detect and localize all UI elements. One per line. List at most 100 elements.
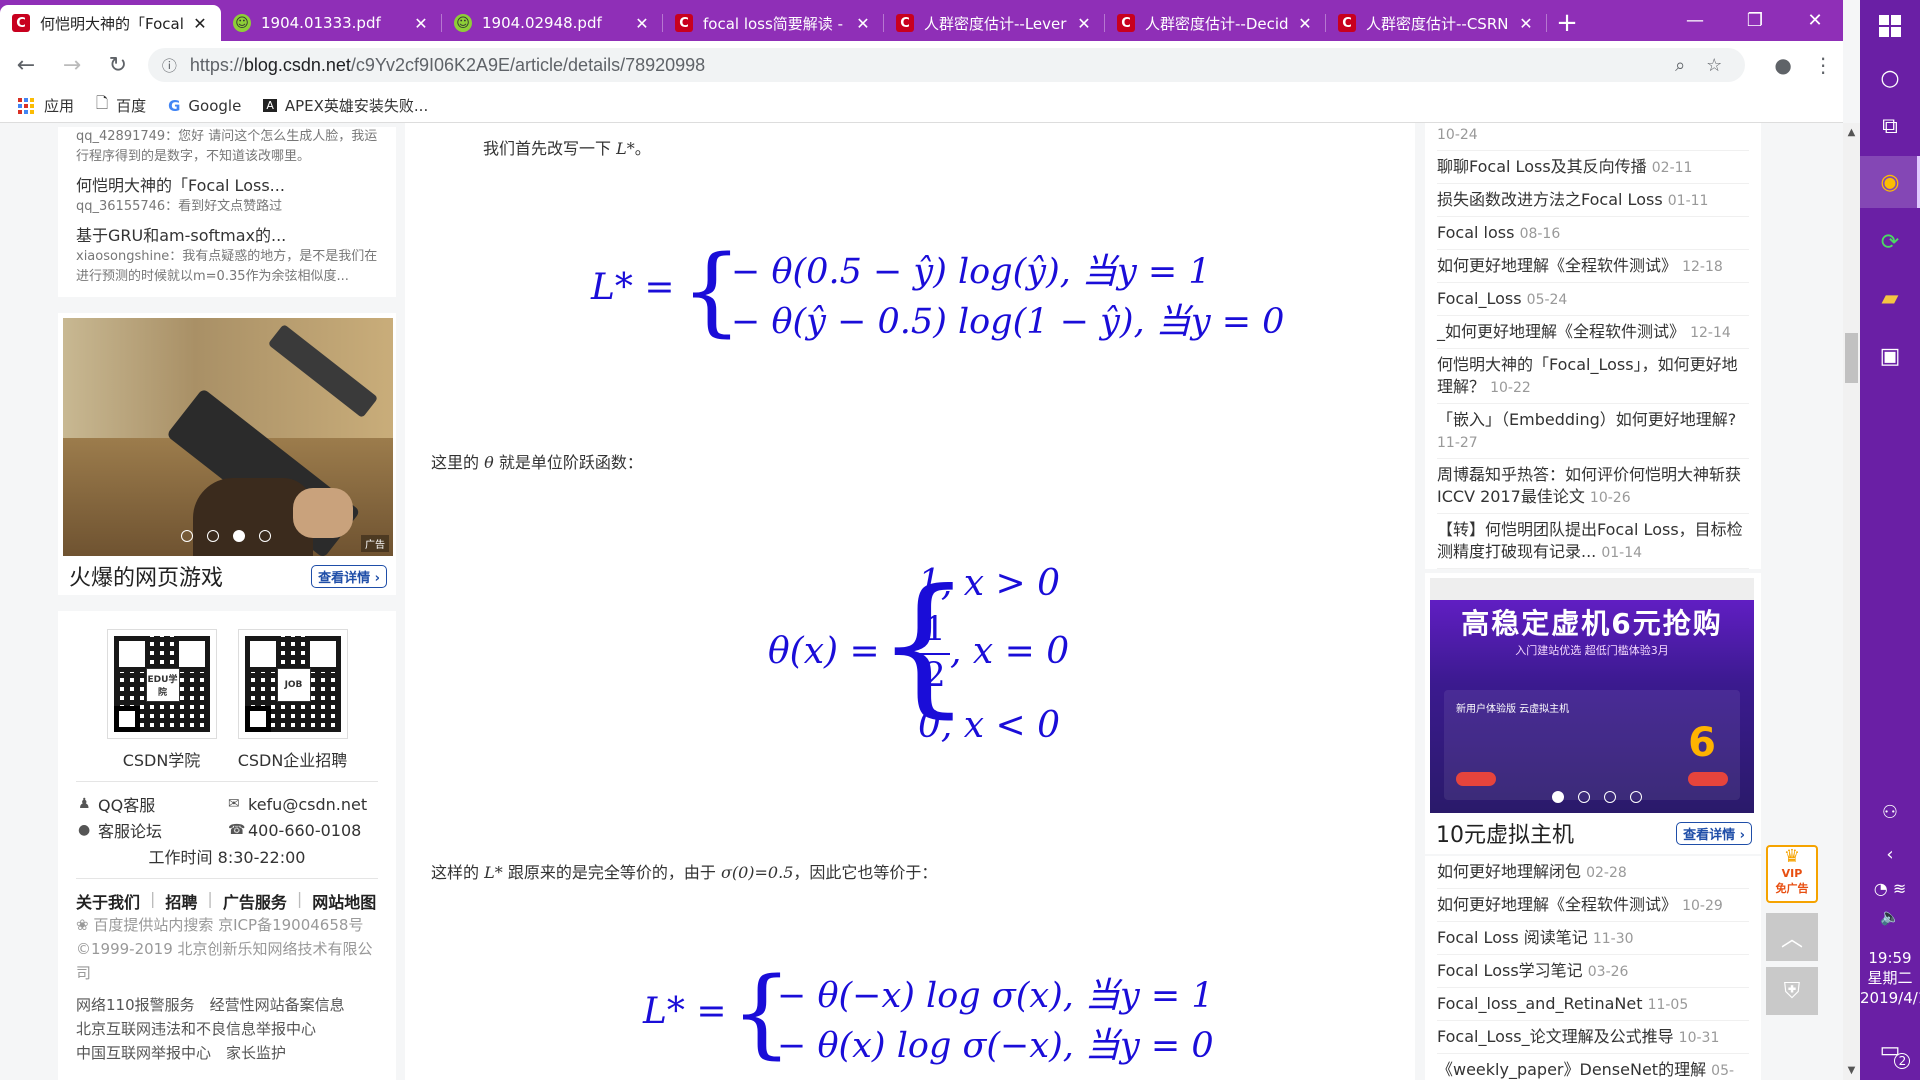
restore-button[interactable]: ❐ bbox=[1727, 0, 1783, 41]
bookmark-apps[interactable]: 应用 bbox=[18, 95, 74, 116]
footer-links: 关于我们 | 招聘 | 广告服务 | 网站地图 bbox=[76, 889, 377, 913]
close-tab-icon[interactable]: ✕ bbox=[191, 14, 209, 33]
comment-article-link[interactable]: 何恺明大神的「Focal Loss... bbox=[76, 175, 378, 197]
report-button[interactable]: ⛨ bbox=[1766, 967, 1818, 1015]
toolbar: ← → ↻ ⓘ https://blog.csdn.net/c9Yv2cf9I0… bbox=[0, 41, 1843, 89]
about-link[interactable]: 关于我们 bbox=[76, 889, 140, 913]
carousel-dots[interactable] bbox=[181, 530, 271, 542]
scroll-thumb[interactable] bbox=[1845, 333, 1858, 383]
info-icon[interactable]: ⓘ bbox=[162, 55, 184, 76]
footer-line[interactable]: 中国互联网举报中心 家长监护 bbox=[76, 1041, 378, 1065]
game-ad[interactable]: 广告 火爆的网页游戏 查看详情 › bbox=[58, 313, 396, 595]
page-scrollbar[interactable]: ▲ ▼ bbox=[1843, 123, 1860, 1080]
back-to-top-button[interactable]: ︿ bbox=[1766, 913, 1818, 961]
bookmark-star-icon[interactable]: ☆ bbox=[1697, 55, 1731, 76]
vip-no-ads-button[interactable]: ♛ VIP 免广告 bbox=[1766, 845, 1818, 903]
forward-button[interactable]: → bbox=[52, 45, 92, 85]
browser-tab[interactable]: C 人群密度估计--CSRN ✕ bbox=[1326, 5, 1547, 41]
paragraph: 这样的 L* 跟原来的是完全等价的，由于 σ(0)=0.5，因此它也等价于： bbox=[431, 863, 938, 882]
pdf-icon: ☺ bbox=[233, 14, 251, 32]
volume-button[interactable]: 🔈 bbox=[1860, 890, 1920, 942]
related-article-link[interactable]: Focal_Loss 05-24 bbox=[1437, 283, 1749, 316]
search-button[interactable]: ○ bbox=[1860, 52, 1920, 104]
related-article-link[interactable]: 周博磊知乎热答：如何评价何恺明大神斩获ICCV 2017最佳论文 10-26 bbox=[1437, 459, 1749, 514]
close-window-button[interactable]: ✕ bbox=[1787, 0, 1843, 41]
bookmark-apex[interactable]: A APEX英雄安装失败... bbox=[263, 95, 428, 116]
comment-article-link[interactable]: 基于GRU和am-softmax的... bbox=[76, 225, 378, 247]
clock[interactable]: 19:59 星期二 2019/4/16 bbox=[1860, 948, 1920, 1008]
forum-link[interactable]: ● 客服论坛 bbox=[78, 818, 228, 842]
close-tab-icon[interactable]: ✕ bbox=[1296, 14, 1314, 33]
footer-line[interactable]: 网络110报警服务 经营性网站备案信息 bbox=[76, 993, 378, 1017]
related-article-link[interactable]: 聊聊Focal Loss及其反向传播 02-11 bbox=[1437, 151, 1749, 184]
address-bar[interactable]: ⓘ https://blog.csdn.net/c9Yv2cf9I06K2A9E… bbox=[147, 48, 1746, 82]
icp-text[interactable]: ❀ 百度提供站内搜索 京ICP备19004658号 bbox=[76, 913, 378, 937]
close-tab-icon[interactable]: ✕ bbox=[1075, 14, 1093, 33]
scroll-down-arrow[interactable]: ▼ bbox=[1843, 1065, 1860, 1076]
related-article-link[interactable]: 如何更好地理解《全程软件测试》 12-18 bbox=[1437, 250, 1749, 283]
related-article-link[interactable]: 损失函数改进方法之Focal Loss 01-11 bbox=[1437, 184, 1749, 217]
browser-tab[interactable]: C 何恺明大神的「Focal ✕ bbox=[0, 5, 221, 41]
related-article-link[interactable]: Focal_loss_and_RetinaNet 11-05 bbox=[1437, 988, 1749, 1021]
chrome-taskbar-button[interactable]: ◉ bbox=[1860, 156, 1920, 208]
browser-tab[interactable]: C 人群密度估计--Decid ✕ bbox=[1105, 5, 1326, 41]
start-button[interactable] bbox=[1860, 0, 1920, 52]
jobs-link[interactable]: 招聘 bbox=[165, 889, 197, 913]
footer-line[interactable]: 北京互联网违法和不良信息举报中心 bbox=[76, 1017, 378, 1041]
browser-tab[interactable]: C 人群密度估计--Lever ✕ bbox=[884, 5, 1105, 41]
related-article-link[interactable]: 「嵌入」（Embedding）如何更好地理解? 11-27 bbox=[1437, 404, 1749, 459]
browser-tab[interactable]: Cfocal loss简要解读 - ✕ bbox=[663, 5, 884, 41]
ad-panel-title: 新用户体验版 云虚拟主机 bbox=[1456, 704, 1570, 715]
new-tab-button[interactable]: + bbox=[1547, 5, 1587, 41]
app-taskbar-button[interactable]: ▣ bbox=[1860, 330, 1920, 382]
google-icon: G bbox=[168, 96, 181, 115]
qq-support-link[interactable]: ♟ QQ客服 bbox=[78, 792, 228, 816]
explorer-taskbar-button[interactable]: ▰ bbox=[1860, 272, 1920, 324]
zoom-icon[interactable]: ⌕ bbox=[1663, 55, 1697, 76]
browser-tab[interactable]: ☺ 1904.02948.pdf ✕ bbox=[442, 5, 663, 41]
hosting-ad[interactable]: 高稳定虚机6元抢购 入门建站优选 超低门槛体验3月 新用户体验版 云虚拟主机 6… bbox=[1425, 573, 1761, 854]
carousel-dots[interactable] bbox=[1552, 791, 1642, 803]
back-button[interactable]: ← bbox=[6, 45, 46, 85]
ad-caption[interactable]: 火爆的网页游戏 bbox=[69, 560, 223, 592]
phone-text: ☎ 400-660-0108 bbox=[228, 820, 362, 840]
ad-image[interactable]: 高稳定虚机6元抢购 入门建站优选 超低门槛体验3月 新用户体验版 云虚拟主机 6 bbox=[1430, 578, 1754, 813]
view-details-button[interactable]: 查看详情 › bbox=[1676, 821, 1752, 845]
related-article-link[interactable]: _如何更好地理解《全程软件测试》 12-14 bbox=[1437, 316, 1749, 349]
article-date: 01-14 bbox=[1601, 545, 1643, 561]
ad-image[interactable]: 广告 bbox=[63, 318, 393, 556]
related-article-link[interactable]: Focal Loss学习笔记 03-26 bbox=[1437, 955, 1749, 988]
article-date: 08-16 bbox=[1519, 226, 1561, 242]
scroll-up-arrow[interactable]: ▲ bbox=[1843, 127, 1860, 138]
related-article-link[interactable]: Focal Loss 阅读笔记 11-30 bbox=[1437, 922, 1749, 955]
bookmark-baidu[interactable]: 🗋 百度 bbox=[96, 93, 146, 118]
related-article-link[interactable]: Focal_Loss_论文理解及公式推导 10-31 bbox=[1437, 1021, 1749, 1054]
bookmark-label: Google bbox=[188, 96, 242, 115]
ads-link[interactable]: 广告服务 bbox=[223, 889, 287, 913]
view-details-button[interactable]: 查看详情 › bbox=[311, 564, 387, 588]
close-tab-icon[interactable]: ✕ bbox=[633, 14, 651, 33]
bookmark-google[interactable]: G Google bbox=[168, 97, 241, 115]
close-tab-icon[interactable]: ✕ bbox=[854, 14, 872, 33]
ad-caption[interactable]: 10元虚拟主机 bbox=[1436, 817, 1574, 849]
csdn-icon: C bbox=[896, 14, 914, 32]
browser-tab[interactable]: ☺ 1904.01333.pdf ✕ bbox=[221, 5, 442, 41]
related-article-link[interactable]: 《weekly_paper》DenseNet的理解 05-25 bbox=[1437, 1054, 1749, 1080]
related-article-link[interactable]: 何恺明大神的「Focal_Loss」，如何更好地理解？ 10-22 bbox=[1437, 349, 1749, 404]
related-article-link[interactable]: 如何更好地理解《全程软件测试》 10-29 bbox=[1437, 889, 1749, 922]
url-text[interactable]: https://blog.csdn.net/c9Yv2cf9I06K2A9E/a… bbox=[190, 55, 1663, 76]
related-article-link[interactable]: 【转】何恺明团队提出Focal Loss，目标检测精度打破现有记录... 01-… bbox=[1437, 514, 1749, 569]
close-tab-icon[interactable]: ✕ bbox=[412, 14, 430, 33]
related-article-link[interactable]: 如何更好地理解闭包 02-28 bbox=[1437, 856, 1749, 889]
action-center-button[interactable]: ▭ 2 bbox=[1860, 1024, 1920, 1076]
menu-icon[interactable]: ⋮ bbox=[1803, 53, 1843, 77]
email-link[interactable]: ✉ kefu@csdn.net bbox=[228, 792, 378, 816]
close-tab-icon[interactable]: ✕ bbox=[1517, 14, 1535, 33]
reload-button[interactable]: ↻ bbox=[98, 45, 138, 85]
app-taskbar-button[interactable]: ⟳ bbox=[1860, 216, 1920, 268]
minimize-button[interactable]: — bbox=[1667, 0, 1723, 41]
profile-icon[interactable]: ● bbox=[1763, 53, 1803, 77]
related-article-link[interactable]: Focal loss 08-16 bbox=[1437, 217, 1749, 250]
task-view-button[interactable]: ⧉ bbox=[1860, 100, 1920, 152]
sitemap-link[interactable]: 网站地图 bbox=[312, 889, 376, 913]
